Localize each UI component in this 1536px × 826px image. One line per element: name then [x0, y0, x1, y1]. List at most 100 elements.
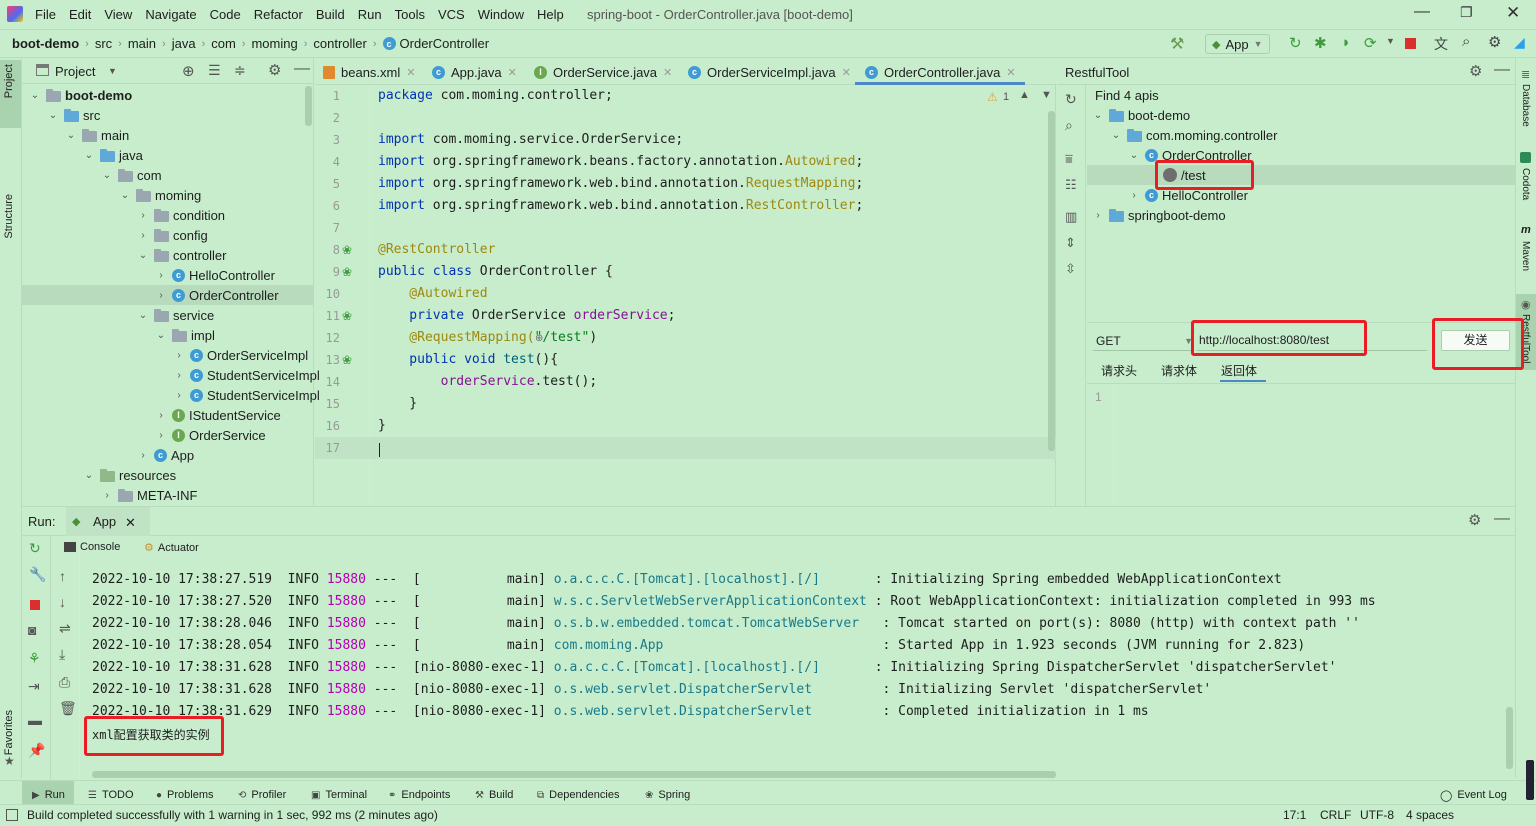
- pin-tab-icon[interactable]: 📌: [28, 742, 45, 759]
- breadcrumb-item[interactable]: main: [128, 36, 156, 51]
- console-h-scrollbar[interactable]: [92, 771, 1056, 778]
- scroll-down-icon[interactable]: ↓: [59, 594, 66, 610]
- next-highlight-icon[interactable]: ▼: [1041, 89, 1052, 101]
- status-message[interactable]: Build completed successfully with 1 warn…: [27, 808, 438, 822]
- project-tree-item[interactable]: ⌄ java: [82, 145, 143, 165]
- collapse-icon[interactable]: ⇳: [1065, 261, 1076, 277]
- editor-tab[interactable]: c App.java ✕: [432, 60, 517, 84]
- close-run-tab-icon[interactable]: ✕: [125, 515, 136, 531]
- run-settings-icon[interactable]: ⚙: [1468, 511, 1481, 529]
- tree-chevron-icon[interactable]: ⌄: [1109, 130, 1123, 141]
- menu-refactor[interactable]: Refactor: [254, 7, 303, 22]
- codota-tool-label[interactable]: Codota: [1520, 168, 1531, 200]
- caret-position[interactable]: 17:1: [1283, 808, 1306, 822]
- prev-highlight-icon[interactable]: ▲: [1019, 89, 1030, 101]
- bean-gutter-icon[interactable]: ❀: [342, 265, 352, 279]
- warning-icon[interactable]: ⚠: [987, 90, 998, 104]
- menu-vcs[interactable]: VCS: [438, 7, 465, 22]
- restore-icon[interactable]: ❐: [1460, 4, 1473, 21]
- plugin-icon[interactable]: ◢: [1514, 34, 1525, 51]
- tree-chevron-icon[interactable]: ›: [1127, 190, 1141, 201]
- get-thread-dump-icon[interactable]: ⚘: [28, 650, 41, 667]
- tool-tab-endpoints[interactable]: ⚭ Endpoints: [388, 787, 450, 803]
- favorites-tool-label[interactable]: Favorites: [3, 710, 15, 755]
- file-encoding[interactable]: UTF-8: [1360, 808, 1394, 822]
- project-scrollbar[interactable]: [305, 86, 312, 126]
- restful-hide-icon[interactable]: —: [1494, 61, 1510, 79]
- tool-tab-run[interactable]: ▶ Run: [32, 787, 65, 803]
- soft-wrap-icon[interactable]: ⇌: [59, 620, 71, 637]
- status-toggle-icon[interactable]: [6, 809, 18, 821]
- menu-edit[interactable]: Edit: [69, 7, 91, 22]
- project-tree-item[interactable]: ⌄ com: [100, 165, 162, 185]
- project-tree-item[interactable]: ⌄ controller: [136, 245, 227, 265]
- request-subtab[interactable]: 请求体: [1161, 362, 1197, 379]
- collapse-all-icon[interactable]: ≑: [234, 62, 246, 79]
- tree-chevron-icon[interactable]: ⌄: [154, 330, 168, 341]
- refresh-icon[interactable]: ↻: [1065, 91, 1077, 108]
- menu-tools[interactable]: Tools: [395, 7, 425, 22]
- project-tree-item[interactable]: ⌄ src: [46, 105, 101, 125]
- coverage-icon[interactable]: ◑: [1340, 34, 1349, 51]
- actuator-tab[interactable]: ⚙ Actuator: [144, 541, 199, 555]
- event-log-button[interactable]: ◯ Event Log: [1440, 787, 1507, 803]
- close-tab-icon[interactable]: ✕: [663, 66, 672, 79]
- project-tree-item[interactable]: › I OrderService: [154, 425, 265, 445]
- tree-chevron-icon[interactable]: ⌄: [100, 170, 114, 181]
- hide-panel-icon[interactable]: —: [294, 60, 310, 78]
- tree-chevron-icon[interactable]: ›: [154, 290, 168, 301]
- log-logger[interactable]: com.moming.App: [554, 638, 875, 653]
- search-api-icon[interactable]: ⌕: [1065, 117, 1073, 134]
- settings-icon[interactable]: ⚙: [1488, 33, 1501, 51]
- run-hide-icon[interactable]: —: [1494, 510, 1510, 528]
- tree-chevron-icon[interactable]: ›: [172, 370, 186, 381]
- tree-chevron-icon[interactable]: ⌄: [1091, 110, 1105, 121]
- log-logger[interactable]: o.a.c.c.C.[Tomcat].[localhost].[/]: [554, 572, 867, 587]
- tree-chevron-icon[interactable]: ⌄: [1127, 150, 1141, 161]
- tree-chevron-icon[interactable]: ⌄: [82, 470, 96, 481]
- breadcrumb-item[interactable]: OrderController: [400, 36, 490, 51]
- console-tab[interactable]: Console: [64, 541, 120, 553]
- project-tree-item[interactable]: ⌄ impl: [154, 325, 215, 345]
- close-tab-icon[interactable]: ✕: [842, 66, 851, 79]
- tree-chevron-icon[interactable]: ⌄: [136, 250, 150, 261]
- expand-icon[interactable]: ⇕: [1065, 235, 1076, 251]
- autowired-gutter-icon[interactable]: ❀: [342, 309, 352, 323]
- indent-setting[interactable]: 4 spaces: [1406, 808, 1454, 822]
- bean-gutter-icon[interactable]: ❀: [342, 243, 352, 257]
- editor-tab[interactable]: I OrderService.java ✕: [534, 60, 672, 84]
- project-tree-item[interactable]: › config: [136, 225, 207, 245]
- database-tool-label[interactable]: Database: [1520, 84, 1531, 127]
- structure-tool-label[interactable]: Structure: [3, 194, 15, 239]
- breadcrumb-item[interactable]: moming: [251, 36, 297, 51]
- menu-help[interactable]: Help: [537, 7, 564, 22]
- project-tree-item[interactable]: ⌄ service: [136, 305, 214, 325]
- editor-tab[interactable]: c OrderServiceImpl.java ✕: [688, 60, 851, 84]
- editor-scrollbar[interactable]: [1048, 111, 1055, 451]
- breadcrumb-item[interactable]: com: [211, 36, 236, 51]
- log-logger[interactable]: o.s.web.servlet.DispatcherServlet: [554, 704, 875, 719]
- tool-tab-terminal[interactable]: ▣ Terminal: [311, 787, 367, 803]
- exit-icon[interactable]: ⇥: [28, 678, 40, 695]
- tree-chevron-icon[interactable]: ›: [136, 210, 150, 221]
- rerun-icon[interactable]: ↻: [1289, 34, 1302, 52]
- log-logger[interactable]: o.a.c.c.C.[Tomcat].[localhost].[/]: [554, 660, 867, 675]
- tree-chevron-icon[interactable]: ›: [154, 270, 168, 281]
- minimize-icon[interactable]: —: [1414, 3, 1430, 21]
- close-window-icon[interactable]: ✕: [1506, 3, 1520, 23]
- project-tree-item[interactable]: ⌄ resources: [82, 465, 176, 485]
- project-tree-item[interactable]: › META-INF: [100, 485, 197, 505]
- stats-icon[interactable]: ▥: [1065, 209, 1077, 225]
- scroll-to-end-icon[interactable]: ⤓: [59, 646, 65, 663]
- endpoint-gutter-icon[interactable]: ❀: [342, 353, 352, 367]
- project-tree-item[interactable]: › c StudentServiceImpl: [172, 365, 319, 385]
- project-tree-item[interactable]: › I IStudentService: [154, 405, 280, 425]
- filter-icon[interactable]: ⩸: [1065, 151, 1073, 167]
- modify-config-icon[interactable]: 🔧: [29, 566, 46, 583]
- breadcrumb-item[interactable]: java: [172, 36, 196, 51]
- menu-view[interactable]: View: [104, 7, 132, 22]
- menu-code[interactable]: Code: [210, 7, 241, 22]
- tool-tab-todo[interactable]: ☰ TODO: [88, 787, 134, 803]
- scroll-up-icon[interactable]: ↑: [59, 568, 66, 584]
- maven-tool-label[interactable]: Maven: [1520, 241, 1531, 271]
